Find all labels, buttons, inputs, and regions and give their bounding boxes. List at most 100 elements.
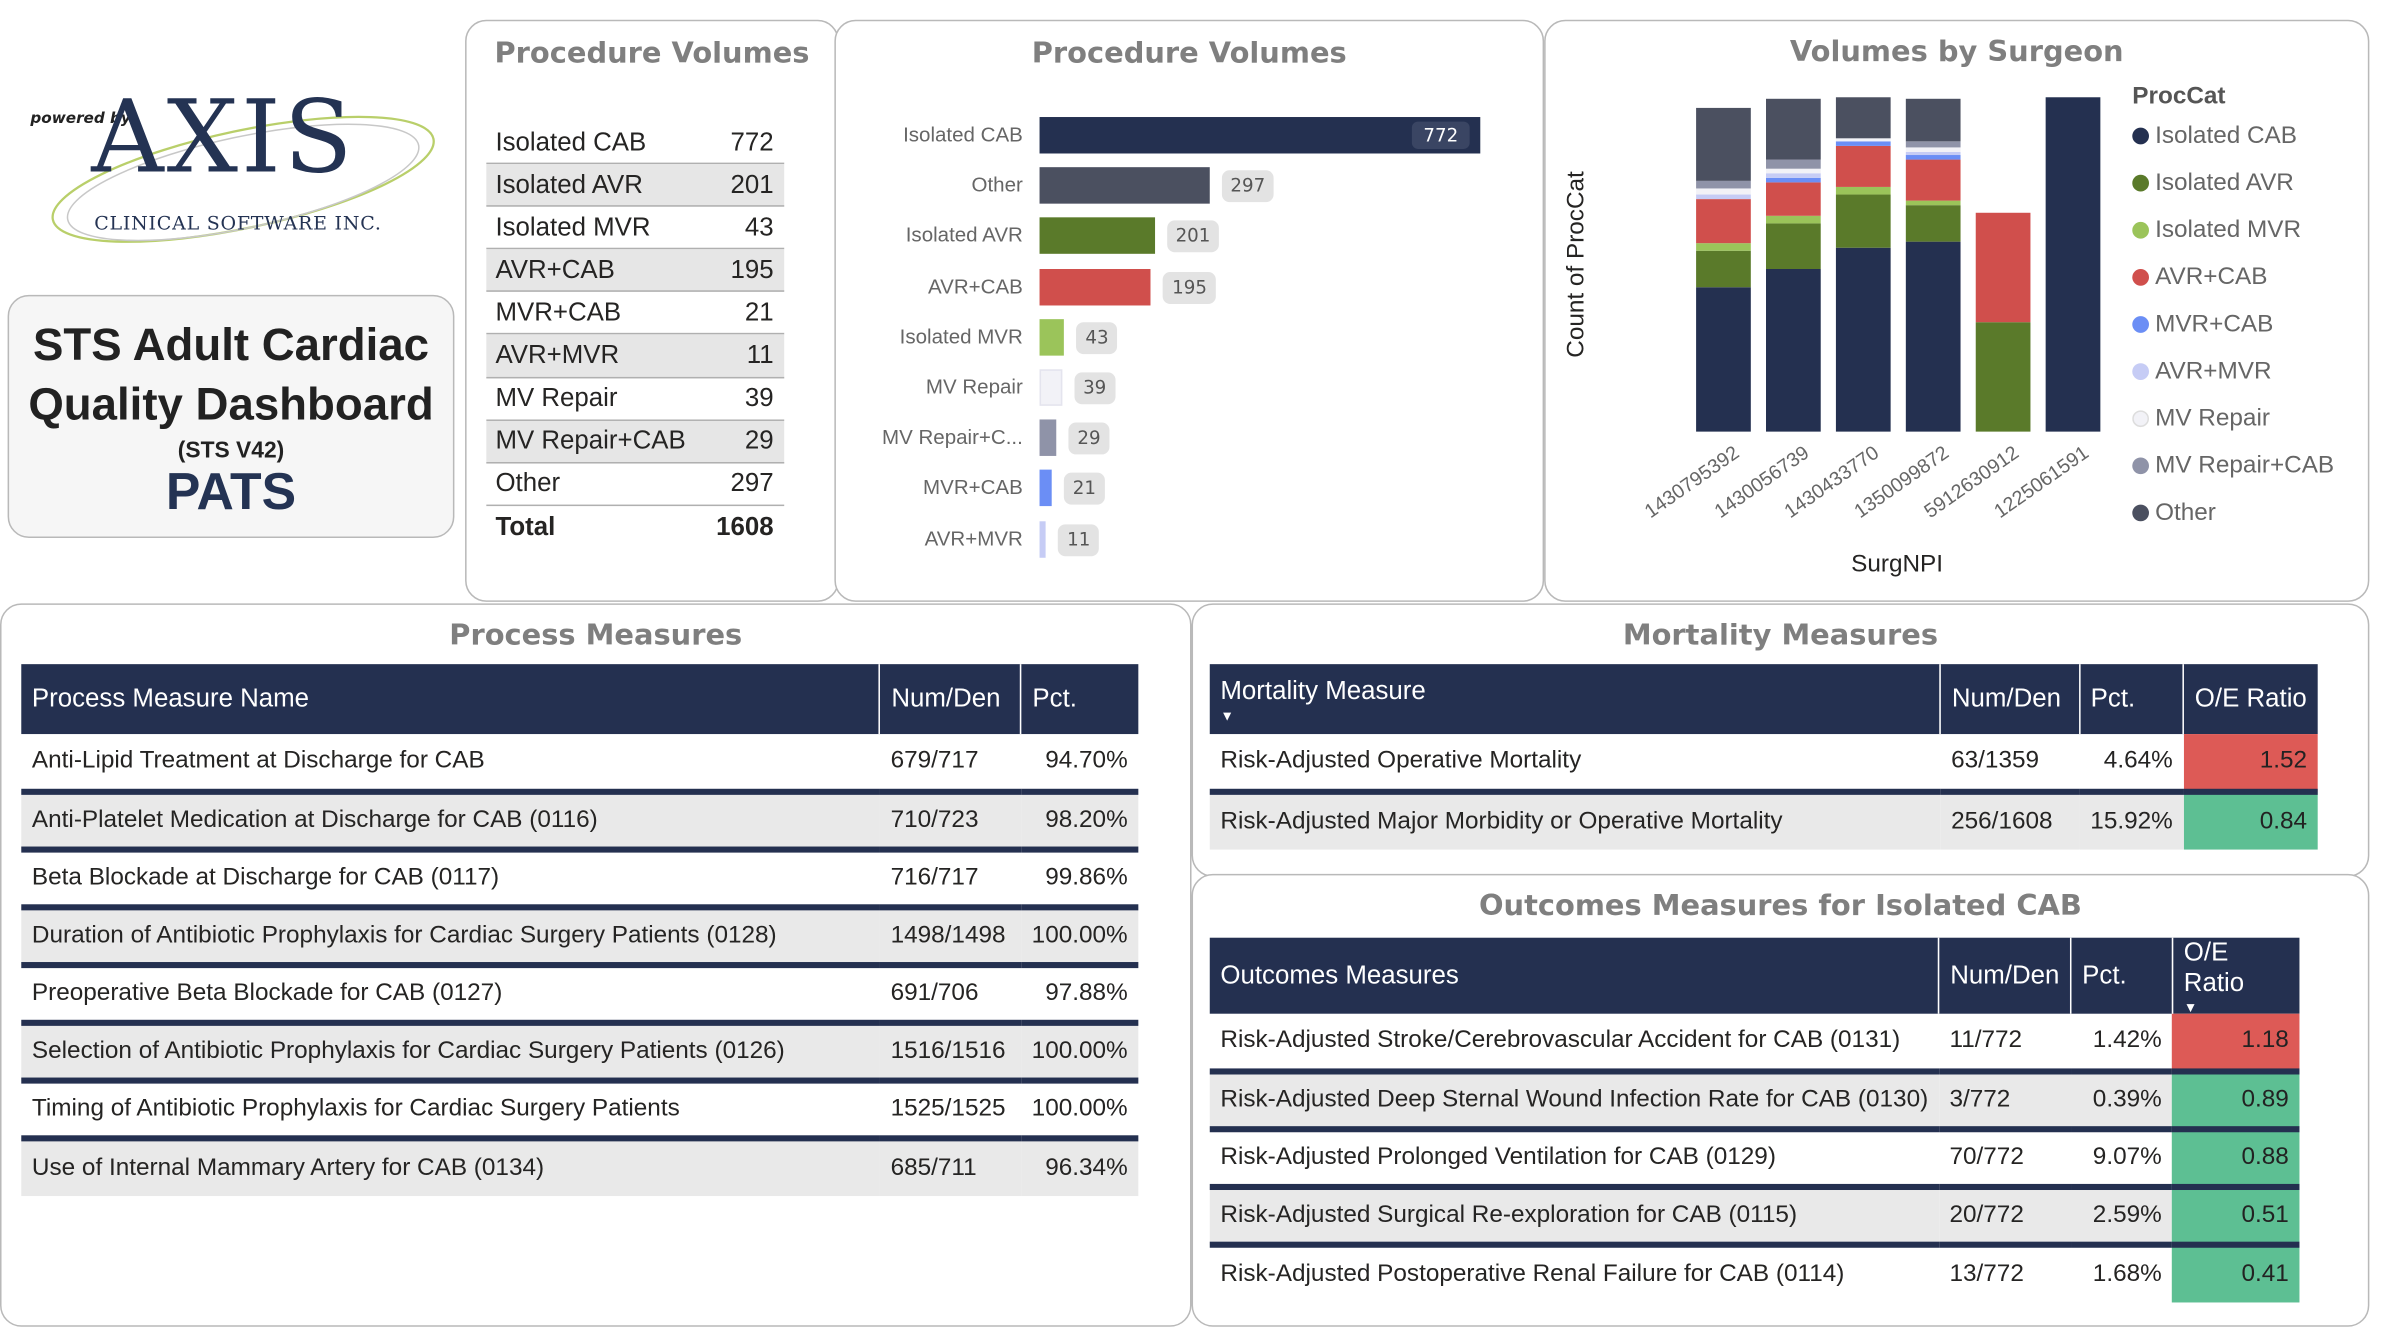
volume-row-name: Other (495, 468, 561, 498)
table-row[interactable]: Risk-Adjusted Postoperative Renal Failur… (1210, 1244, 2300, 1303)
bar[interactable] (1039, 318, 1065, 356)
table-cell: 0.89 (2172, 1071, 2300, 1133)
version-label: (STS V42) (177, 437, 285, 464)
volume-row-value: 39 (744, 383, 774, 413)
column-header[interactable]: O/E Ratio (2182, 664, 2318, 735)
table-row[interactable]: Anti-Lipid Treatment at Discharge for CA… (21, 734, 1139, 795)
outcomes-table: Outcomes Measures Num/Den Pct. O/E Ratio ▼ Ri… (1209, 937, 2300, 1303)
table-cell: Duration of Antibiotic Prophylaxis for C… (21, 907, 880, 969)
bar-value-label: 43 (1076, 321, 1118, 354)
column-header[interactable]: Mortality Measure ▼ (1209, 664, 1941, 735)
bar-category-label: Other (971, 173, 1023, 197)
table-cell: 1.42% (2070, 1013, 2173, 1075)
outcomes-panel: Outcomes Measures for Isolated CAB Outco… (1191, 873, 2370, 1327)
table-cell: Risk-Adjusted Operative Mortality (1209, 734, 1941, 795)
table-cell: 98.20% (1021, 791, 1139, 853)
table-cell: 685/711 (879, 1138, 1022, 1197)
bar[interactable] (1039, 470, 1052, 507)
table-cell: 20/772 (1938, 1186, 2071, 1248)
table-row[interactable]: Risk-Adjusted Surgical Re-exploration fo… (1209, 1186, 2300, 1248)
table-row[interactable]: Risk-Adjusted Major Morbidity or Operati… (1209, 791, 2318, 850)
table-cell: 97.88% (1021, 965, 1139, 1026)
column-header[interactable]: Num/Den (1938, 937, 2071, 1014)
table-row[interactable]: Anti-Platelet Medication at Discharge fo… (21, 791, 1139, 853)
table-row[interactable]: Risk-Adjusted Stroke/Cerebrovascular Acc… (1209, 1013, 2300, 1075)
title-line-2: Quality Dashboard (28, 379, 434, 431)
table-row[interactable]: Risk-Adjusted Operative Mortality 63/1359… (1209, 734, 2318, 795)
bar-value-label: 39 (1073, 372, 1116, 405)
volume-row-value: 297 (730, 468, 774, 498)
column-header[interactable]: Num/Den (1939, 664, 2080, 735)
table-cell: 691/706 (879, 965, 1022, 1026)
column-header[interactable]: Pct. (1020, 664, 1139, 735)
process-measures-panel: Process Measures Process Measure Name Num… (0, 603, 1192, 1327)
table-cell: 710/723 (879, 791, 1022, 853)
volume-row: MV Repair 39 (486, 378, 785, 421)
bar-category-label: AVR+CAB (927, 274, 1023, 298)
mortality-title: Mortality Measures (1622, 618, 1939, 652)
table-cell: 1.18 (2172, 1013, 2300, 1075)
table-cell: 1498/1498 (879, 907, 1022, 969)
process-table: Process Measure Name Num/Den Pct. Anti-Lipi… (21, 664, 1139, 1197)
table-cell: 3/772 (1938, 1071, 2071, 1133)
volume-table-title: Procedure Volumes (494, 36, 810, 70)
table-cell: Risk-Adjusted Major Morbidity or Operati… (1209, 791, 1941, 850)
table-cell: 0.41 (2172, 1244, 2300, 1303)
column-header[interactable]: Outcomes Measures (1209, 937, 1939, 1014)
table-cell: 70/772 (1938, 1129, 2071, 1191)
volume-row: Isolated AVR 201 (486, 164, 785, 207)
table-row[interactable]: Duration of Antibiotic Prophylaxis for C… (21, 907, 1139, 969)
table-row[interactable]: Risk-Adjusted Deep Sternal Wound Infecti… (1209, 1071, 2300, 1133)
table-cell: 4.64% (2079, 734, 2184, 795)
sort-arrow-icon[interactable]: ▼ (1220, 709, 1929, 723)
bar[interactable] (1039, 419, 1057, 457)
bar-value-label: 297 (1221, 170, 1275, 203)
volume-row: Isolated CAB 772 (486, 122, 785, 165)
table-cell: 15.92% (2079, 791, 2184, 850)
table-cell: 99.86% (1021, 849, 1139, 911)
bar[interactable] (1039, 520, 1046, 558)
volume-row-name: MVR+CAB (495, 297, 622, 327)
volume-row-name: Isolated MVR (495, 212, 651, 242)
column-header[interactable]: Pct. (2078, 664, 2184, 735)
table-cell: Anti-Lipid Treatment at Discharge for CA… (21, 734, 880, 795)
volume-row-value: 43 (744, 212, 774, 242)
volume-row: MVR+CAB 21 (486, 292, 785, 336)
column-header[interactable]: Num/Den (879, 664, 1022, 735)
table-row[interactable]: Selection of Antibiotic Prophylaxis for … (21, 1022, 1139, 1084)
column-header[interactable]: Process Measure Name (21, 664, 880, 735)
bar-value-label: 11 (1057, 523, 1100, 556)
procedure-volume-bar-chart: Isolated CAB 772 Other 297 Isolated AVR 201 AV… (834, 20, 1544, 602)
bar[interactable] (1039, 369, 1062, 406)
volume-total-value: 1608 (716, 512, 774, 541)
bar[interactable] (1039, 217, 1155, 255)
table-cell: Risk-Adjusted Deep Sternal Wound Infecti… (1209, 1071, 1939, 1133)
volume-row-name: AVR+CAB (495, 255, 615, 284)
table-cell: 100.00% (1021, 1080, 1139, 1142)
table-row[interactable]: Preoperative Beta Blockade for CAB (0127… (21, 965, 1139, 1026)
column-header[interactable]: O/E Ratio ▼ (2171, 937, 2300, 1015)
table-row[interactable]: Beta Blockade at Discharge for CAB (0117… (21, 849, 1139, 911)
table-cell: 716/717 (879, 849, 1022, 911)
table-cell: 679/717 (879, 734, 1022, 795)
volume-table: Isolated CAB 772 Isolated AVR 201 Isolated M… (486, 122, 785, 549)
volume-row-name: AVR+MVR (495, 340, 620, 370)
table-row[interactable]: Use of Internal Mammary Artery for CAB (… (21, 1138, 1139, 1197)
column-header[interactable]: Pct. (2070, 937, 2173, 1014)
volume-row: Isolated MVR 43 (486, 207, 785, 250)
volume-row: Other 297 (486, 463, 785, 506)
volume-row-value: 29 (744, 425, 774, 455)
table-cell: 0.84 (2183, 791, 2318, 850)
title-card: STS Adult Cardiac Quality Dashboard (STS… (7, 294, 455, 539)
table-cell: 0.39% (2070, 1071, 2173, 1133)
bar-value-label: 201 (1166, 220, 1220, 253)
sort-arrow-icon[interactable]: ▼ (2184, 1001, 2289, 1015)
table-row[interactable]: Risk-Adjusted Prolonged Ventilation for … (1209, 1129, 2300, 1191)
table-cell: 63/1359 (1940, 734, 2080, 795)
bar[interactable] (1039, 167, 1210, 204)
volume-row-value: 11 (746, 340, 774, 370)
dashboard-canvas: powered by AXIS CLINICAL SOFTWARE INC. S… (0, 0, 2383, 1334)
bar[interactable] (1039, 268, 1151, 305)
table-cell: 1.68% (2092, 1261, 2162, 1288)
table-row[interactable]: Timing of Antibiotic Prophylaxis for Car… (21, 1080, 1139, 1142)
